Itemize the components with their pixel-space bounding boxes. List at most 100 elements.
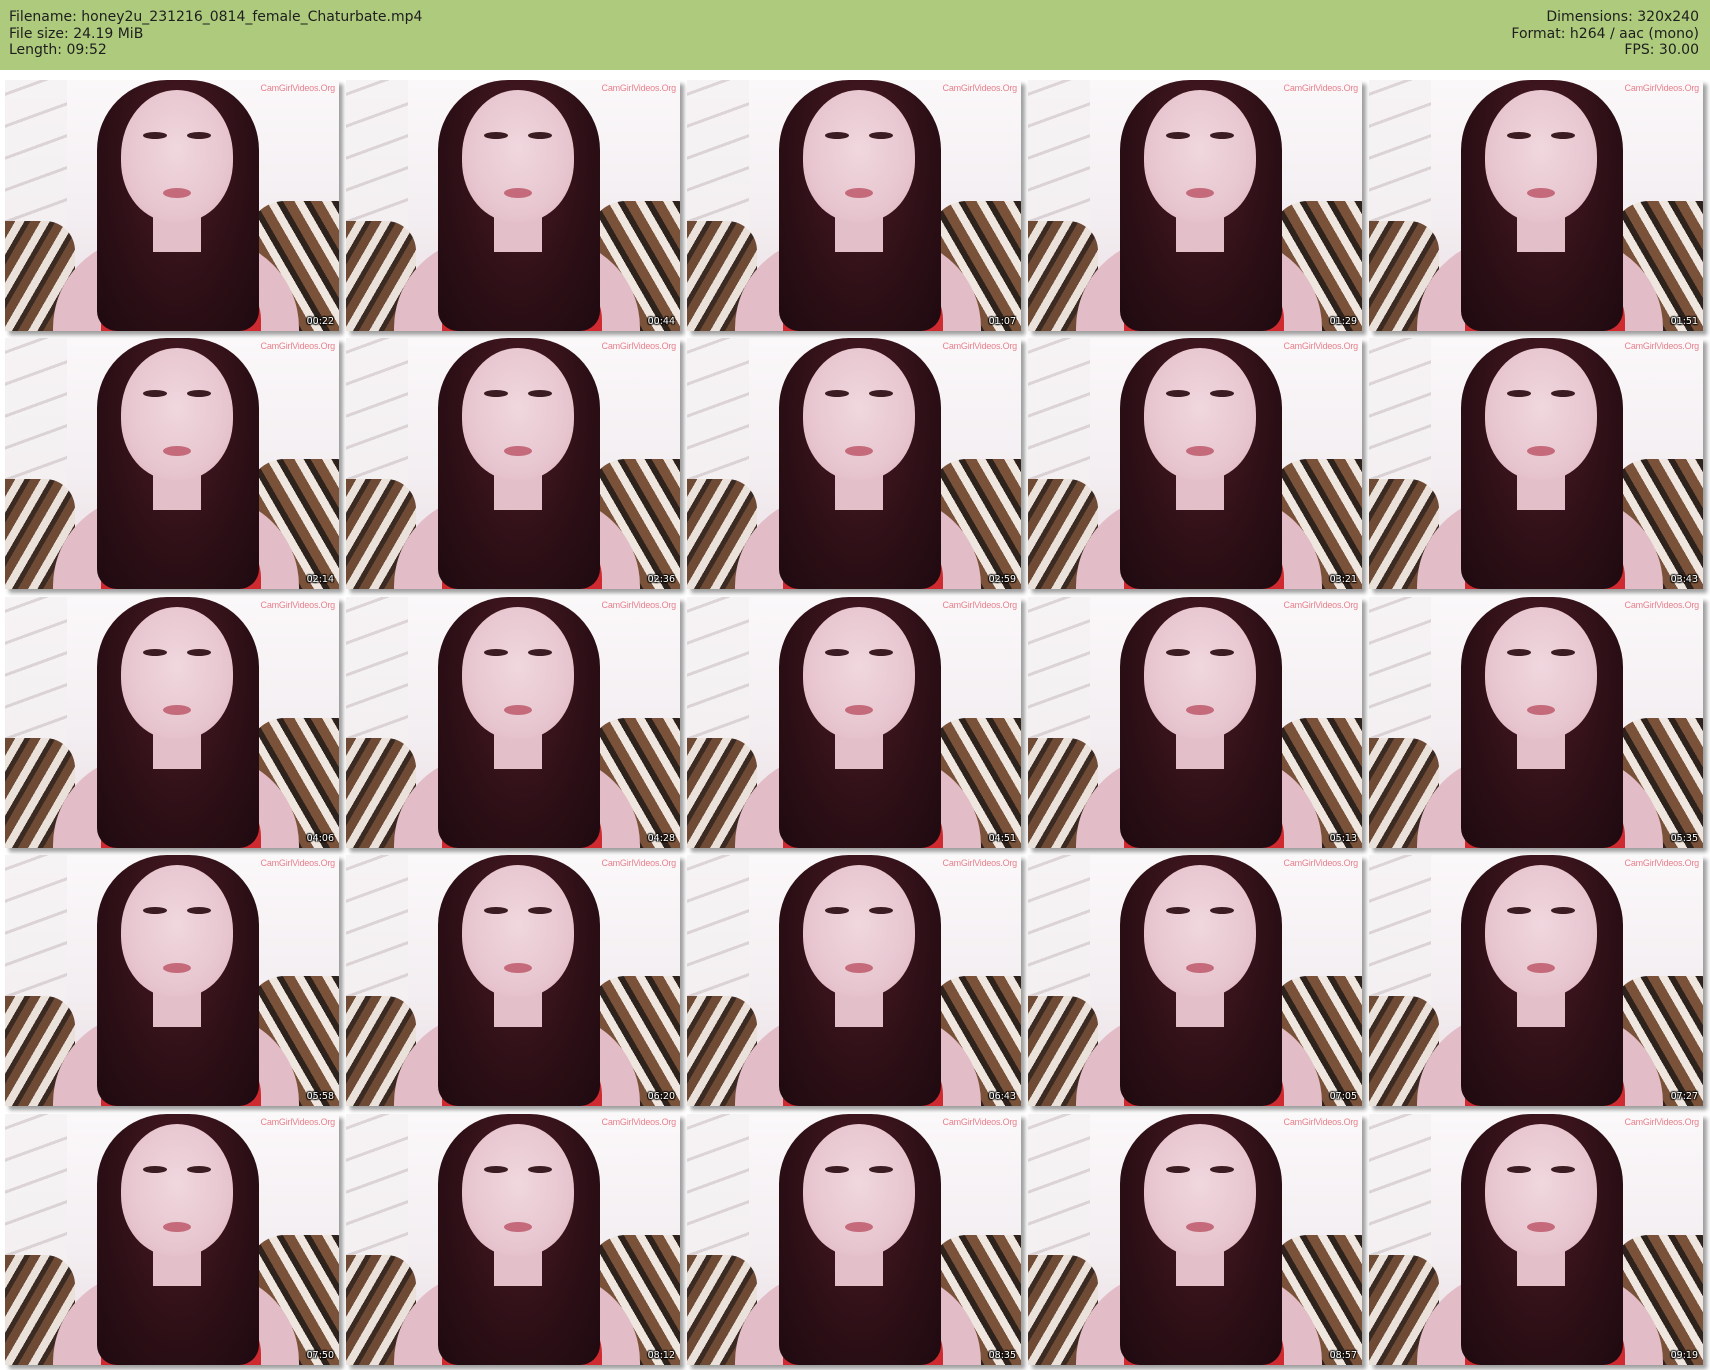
right-eye xyxy=(528,907,552,914)
video-thumbnail: CamGirlVideos.Org 05:13 xyxy=(1028,597,1362,848)
mouth xyxy=(1186,446,1214,456)
timestamp-label: 01:07 xyxy=(988,316,1016,327)
timestamp-label: 07:05 xyxy=(1329,1091,1357,1102)
header-right-info: Dimensions: 320x240 Format: h264 / aac (… xyxy=(1511,9,1699,59)
watermark-logo: CamGirlVideos.Org xyxy=(1283,341,1359,351)
video-thumbnail: CamGirlVideos.Org 07:05 xyxy=(1028,855,1362,1106)
face xyxy=(1485,865,1597,997)
right-eye xyxy=(1210,649,1234,656)
video-thumbnail: CamGirlVideos.Org 00:22 xyxy=(5,80,339,331)
face xyxy=(462,1124,574,1256)
thumbnail-grid: CamGirlVideos.Org 00:22 CamGirlVideos.Org 0… xyxy=(0,70,1710,1370)
right-eye xyxy=(869,1166,893,1173)
video-thumbnail: CamGirlVideos.Org 01:07 xyxy=(687,80,1021,331)
watermark-logo: CamGirlVideos.Org xyxy=(601,858,677,868)
watermark-logo: CamGirlVideos.Org xyxy=(260,83,336,93)
left-eye xyxy=(825,1166,849,1173)
right-eye xyxy=(1210,132,1234,139)
mouth xyxy=(1186,705,1214,715)
mouth xyxy=(1527,963,1555,973)
mouth xyxy=(1527,446,1555,456)
left-eye xyxy=(143,132,167,139)
watermark-logo: CamGirlVideos.Org xyxy=(1624,83,1700,93)
timestamp-label: 00:44 xyxy=(647,316,675,327)
video-thumbnail: CamGirlVideos.Org 02:59 xyxy=(687,338,1021,589)
mouth xyxy=(504,1222,532,1232)
right-eye xyxy=(187,1166,211,1173)
video-thumbnail: CamGirlVideos.Org 05:58 xyxy=(5,855,339,1106)
mouth xyxy=(504,705,532,715)
watermark-logo: CamGirlVideos.Org xyxy=(260,341,336,351)
timestamp-label: 01:51 xyxy=(1670,316,1698,327)
mouth xyxy=(163,188,191,198)
video-thumbnail: CamGirlVideos.Org 05:35 xyxy=(1369,597,1703,848)
face xyxy=(803,1124,915,1256)
video-thumbnail: CamGirlVideos.Org 06:20 xyxy=(346,855,680,1106)
timestamp-label: 06:43 xyxy=(988,1091,1016,1102)
right-eye xyxy=(1210,390,1234,397)
watermark-logo: CamGirlVideos.Org xyxy=(1283,600,1359,610)
mouth xyxy=(1527,1222,1555,1232)
face xyxy=(1144,1124,1256,1256)
video-thumbnail: CamGirlVideos.Org 00:44 xyxy=(346,80,680,331)
left-eye xyxy=(1507,907,1531,914)
face xyxy=(1144,865,1256,997)
timestamp-label: 03:21 xyxy=(1329,574,1357,585)
right-eye xyxy=(1210,907,1234,914)
watermark-logo: CamGirlVideos.Org xyxy=(1283,83,1359,93)
left-eye xyxy=(1166,907,1190,914)
right-eye xyxy=(1551,907,1575,914)
right-eye xyxy=(187,390,211,397)
right-eye xyxy=(528,649,552,656)
timestamp-label: 07:50 xyxy=(306,1350,334,1361)
watermark-logo: CamGirlVideos.Org xyxy=(942,858,1018,868)
watermark-logo: CamGirlVideos.Org xyxy=(1283,1117,1359,1127)
mouth xyxy=(163,446,191,456)
left-eye xyxy=(484,649,508,656)
watermark-logo: CamGirlVideos.Org xyxy=(601,600,677,610)
face xyxy=(462,607,574,739)
left-eye xyxy=(484,907,508,914)
dimensions-text: Dimensions: 320x240 xyxy=(1546,9,1699,25)
mouth xyxy=(845,963,873,973)
left-eye xyxy=(1166,1166,1190,1173)
left-eye xyxy=(1507,1166,1531,1173)
right-eye xyxy=(869,390,893,397)
mouth xyxy=(163,705,191,715)
watermark-logo: CamGirlVideos.Org xyxy=(1624,858,1700,868)
watermark-logo: CamGirlVideos.Org xyxy=(1624,341,1700,351)
mouth xyxy=(845,705,873,715)
face xyxy=(1485,607,1597,739)
right-eye xyxy=(187,907,211,914)
face xyxy=(803,348,915,480)
format-text: Format: h264 / aac (mono) xyxy=(1511,25,1699,42)
watermark-logo: CamGirlVideos.Org xyxy=(942,600,1018,610)
timestamp-label: 05:13 xyxy=(1329,833,1357,844)
face xyxy=(121,90,233,222)
mouth xyxy=(1186,188,1214,198)
face xyxy=(462,90,574,222)
left-eye xyxy=(1507,390,1531,397)
face xyxy=(1485,1124,1597,1256)
mouth xyxy=(163,963,191,973)
left-eye xyxy=(484,132,508,139)
timestamp-label: 05:35 xyxy=(1670,833,1698,844)
face xyxy=(462,865,574,997)
left-eye xyxy=(484,1166,508,1173)
right-eye xyxy=(1210,1166,1234,1173)
filename-text: Filename: honey2u_231216_0814_female_Cha… xyxy=(9,9,423,25)
watermark-logo: CamGirlVideos.Org xyxy=(942,341,1018,351)
watermark-logo: CamGirlVideos.Org xyxy=(601,341,677,351)
right-eye xyxy=(869,132,893,139)
right-eye xyxy=(528,1166,552,1173)
left-eye xyxy=(1507,132,1531,139)
mouth xyxy=(1527,188,1555,198)
right-eye xyxy=(1551,390,1575,397)
face xyxy=(462,348,574,480)
video-thumbnail: CamGirlVideos.Org 01:51 xyxy=(1369,80,1703,331)
watermark-logo: CamGirlVideos.Org xyxy=(260,1117,336,1127)
timestamp-label: 04:51 xyxy=(988,833,1016,844)
watermark-logo: CamGirlVideos.Org xyxy=(601,83,677,93)
video-thumbnail: CamGirlVideos.Org 04:28 xyxy=(346,597,680,848)
mouth xyxy=(1186,963,1214,973)
